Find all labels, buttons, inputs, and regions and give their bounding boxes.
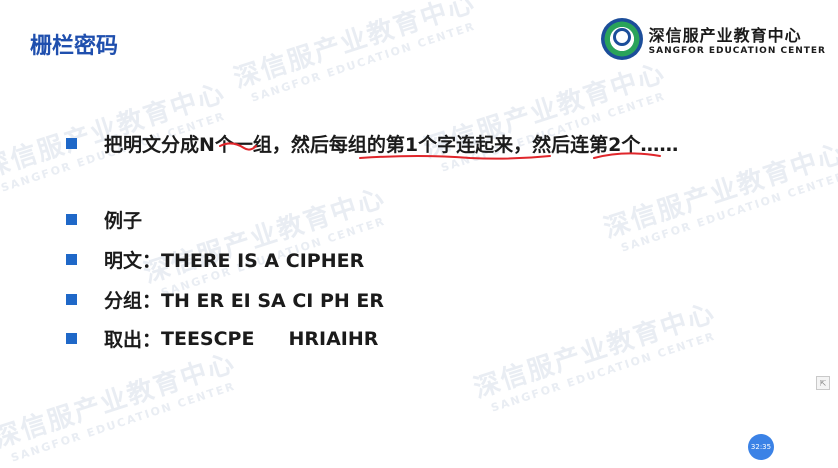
- watermark: 深信服产业教育中心 SANGFOR EDUCATION CENTER: [140, 182, 390, 300]
- ciphertext-part-2: HRIAIHR: [288, 327, 379, 350]
- bullet-item: 取出： TEESCPE HRIAIHR: [66, 325, 378, 352]
- bullet-item: 分组：TH ER EI SA CI PH ER: [66, 286, 384, 313]
- watermark: 深信服产业教育中心 SANGFOR EDUCATION CENTER: [0, 347, 240, 465]
- timer-badge: 32:35: [748, 434, 774, 460]
- expand-icon[interactable]: ⇱: [816, 376, 830, 390]
- sangfor-logo: 深信服产业教育中心 SANGFOR EDUCATION CENTER: [600, 18, 826, 60]
- bullet-square-icon: [66, 138, 77, 149]
- logo-name-en: SANGFOR EDUCATION CENTER: [648, 46, 826, 56]
- bullet-square-icon: [66, 294, 77, 305]
- watermark: 深信服产业教育中心 SANGFOR EDUCATION CENTER: [420, 57, 670, 175]
- watermark: 深信服产业教育中心 SANGFOR EDUCATION CENTER: [230, 0, 480, 105]
- ciphertext-part-1: TEESCPE: [161, 327, 255, 350]
- pen-annotations: [219, 142, 661, 160]
- bullet-item: 明文：THERE IS A CIPHER: [66, 246, 364, 273]
- sangfor-logo-icon: [600, 18, 643, 60]
- bullet-label: 取出：: [104, 329, 162, 351]
- bullet-text: 分组：TH ER EI SA CI PH ER: [104, 290, 385, 312]
- bullet-text: 把明文分成N个一组，然后每组的第1个字连起来，然后连第2个……: [104, 134, 679, 156]
- bullet-item: 把明文分成N个一组，然后每组的第1个字连起来，然后连第2个……: [66, 130, 678, 157]
- logo-name-cn: 深信服产业教育中心: [648, 26, 802, 45]
- bullet-square-icon: [66, 254, 77, 265]
- slide-title: 栅栏密码: [30, 34, 119, 59]
- bullet-text: 明文：THERE IS A CIPHER: [104, 250, 365, 272]
- bullet-text: 例子: [104, 210, 143, 232]
- watermark: 深信服产业教育中心 SANGFOR EDUCATION CENTER: [470, 297, 720, 415]
- bullet-square-icon: [66, 333, 77, 344]
- bullet-square-icon: [66, 214, 77, 225]
- bullet-item: 例子: [66, 206, 142, 233]
